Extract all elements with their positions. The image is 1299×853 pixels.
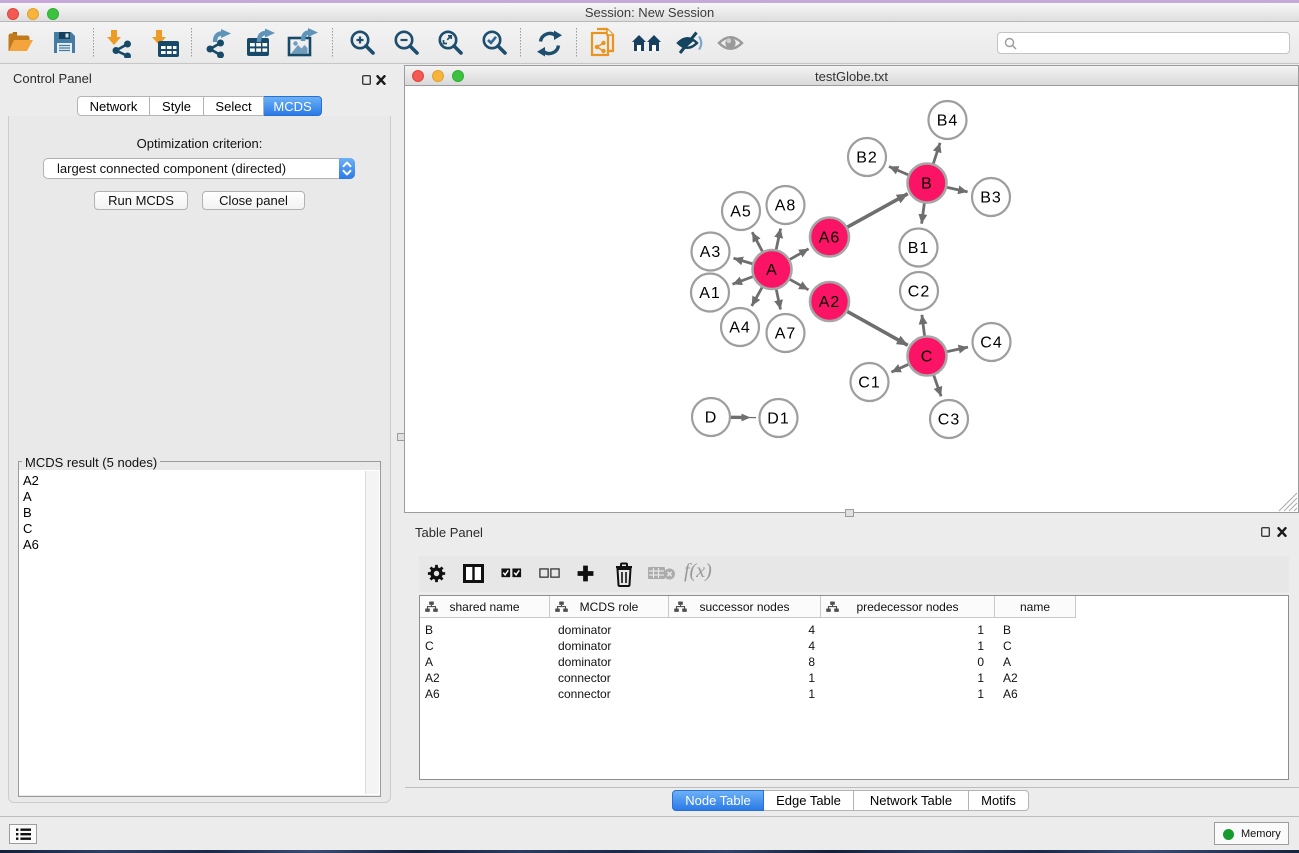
svg-text:C1: C1: [858, 375, 880, 392]
svg-text:A4: A4: [729, 320, 751, 337]
svg-text:B: B: [921, 176, 933, 193]
svg-text:B4: B4: [937, 113, 959, 130]
svg-text:A8: A8: [775, 198, 797, 215]
svg-text:C: C: [921, 349, 934, 366]
svg-text:A: A: [766, 262, 778, 279]
svg-text:B3: B3: [980, 190, 1002, 207]
svg-text:C2: C2: [908, 284, 930, 301]
svg-text:A1: A1: [699, 285, 721, 302]
svg-text:D1: D1: [767, 411, 789, 428]
svg-text:C3: C3: [938, 412, 960, 429]
svg-text:A5: A5: [730, 204, 752, 221]
svg-text:A6: A6: [819, 230, 841, 247]
svg-text:A7: A7: [775, 326, 797, 343]
svg-text:B2: B2: [856, 150, 878, 167]
svg-text:C4: C4: [980, 335, 1002, 352]
svg-text:A2: A2: [819, 294, 841, 311]
svg-text:B1: B1: [908, 240, 930, 257]
svg-text:A3: A3: [700, 244, 722, 261]
svg-text:D: D: [705, 410, 718, 427]
